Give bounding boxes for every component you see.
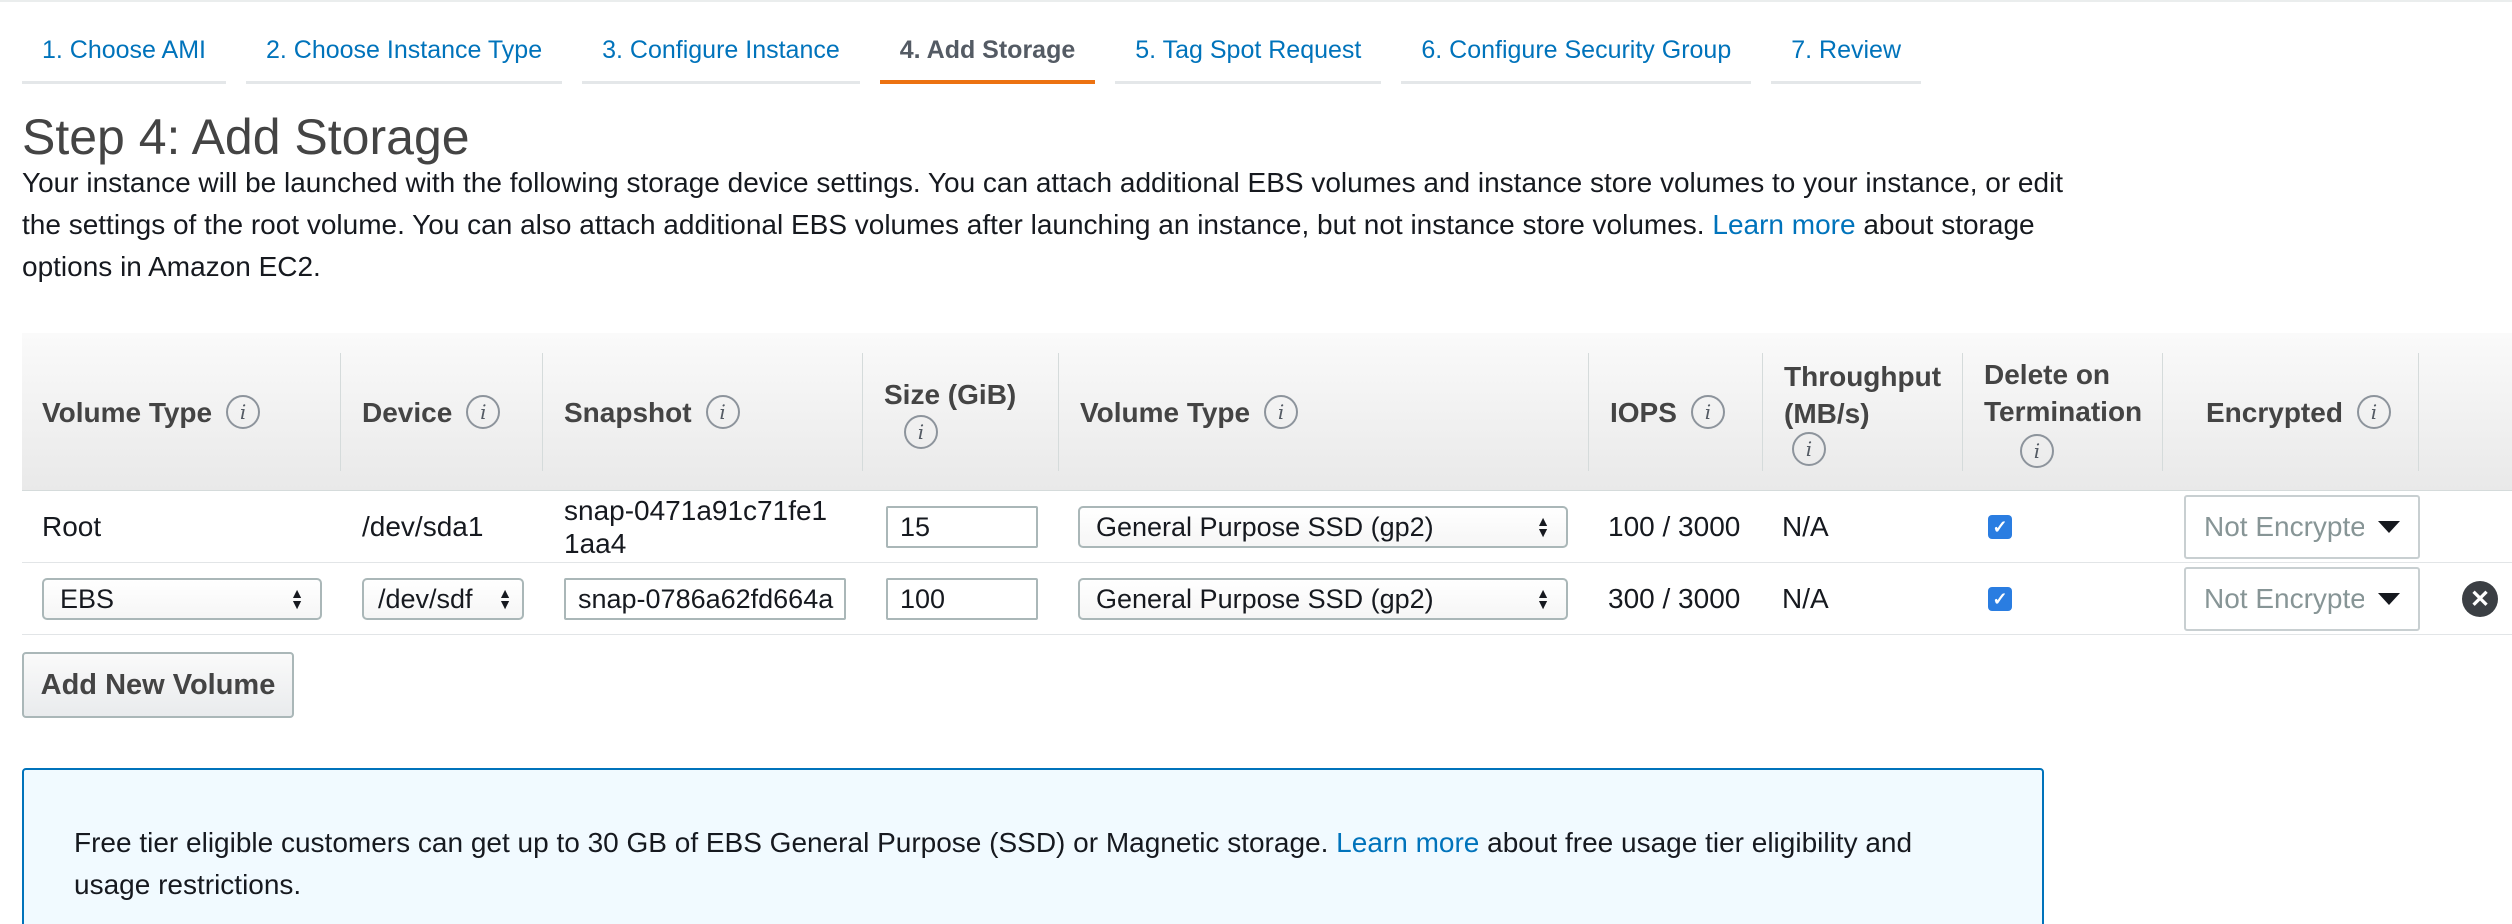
volume-type-cell: Root — [42, 511, 102, 542]
column-divider — [340, 353, 341, 471]
delete-on-termination-checkbox[interactable]: ✓ — [1988, 515, 2012, 539]
header-delete-on-termination: Delete on Termination i — [1964, 333, 2169, 491]
header-ebs-volume-type-label: Volume Type — [1080, 396, 1251, 428]
up-down-arrows-icon: ▲ ▼ — [290, 585, 304, 612]
free-tier-info-box: Free tier eligible customers can get up … — [22, 768, 2044, 924]
header-iops-label: IOPS — [1610, 396, 1677, 428]
close-circle-icon: ✕ — [2469, 585, 2491, 613]
free-tier-learn-more-link[interactable]: Learn more — [1336, 827, 1479, 858]
info-icon[interactable]: i — [226, 395, 261, 429]
throughput-cell: N/A — [1782, 511, 1829, 542]
top-divider — [0, 0, 2512, 2]
volume-type-select-value: EBS — [60, 583, 115, 614]
header-volume-type-label: Volume Type — [42, 396, 213, 428]
column-divider — [1588, 353, 1589, 471]
free-tier-text: Free tier eligible customers can get up … — [74, 827, 1329, 858]
info-icon[interactable]: i — [2020, 434, 2054, 468]
iops-cell: 300 / 3000 — [1608, 583, 1741, 614]
page-title: Step 4: Add Storage — [22, 109, 470, 165]
caret-down-icon — [2378, 593, 2400, 605]
storage-table-header: Volume Type i Device i Snapshot i Size (… — [22, 333, 2512, 491]
encrypted-dropdown-value: Not Encrypted — [2204, 511, 2364, 542]
wizard-tabs: 1. Choose AMI 2. Choose Instance Type 3.… — [22, 30, 1941, 84]
info-icon[interactable]: i — [2356, 395, 2391, 429]
size-input[interactable]: 15 — [886, 506, 1038, 548]
header-snapshot: Snapshot i — [544, 333, 740, 491]
header-encrypted-label: Encrypted — [2206, 396, 2343, 428]
volume-type-select[interactable]: EBS ▲ ▼ — [42, 578, 322, 620]
snapshot-input[interactable]: snap-0786a62fd664a — [564, 578, 846, 620]
header-snapshot-label: Snapshot — [564, 396, 692, 428]
tab-review[interactable]: 7. Review — [1771, 30, 1922, 84]
tab-choose-ami[interactable]: 1. Choose AMI — [22, 30, 226, 84]
iops-cell: 100 / 3000 — [1608, 511, 1741, 542]
device-select[interactable]: /dev/sdf ▲ ▼ — [362, 578, 524, 620]
header-throughput: Throughput (MB/s) i — [1764, 333, 1984, 491]
up-down-arrows-icon: ▲ ▼ — [498, 585, 512, 612]
tab-configure-security-group[interactable]: 6. Configure Security Group — [1401, 30, 1752, 84]
column-divider — [1962, 353, 1963, 471]
snapshot-cell: snap-0471a91c71fe11aa4 — [564, 495, 828, 559]
volume-type-select-value: General Purpose SSD (gp2) — [1096, 583, 1434, 614]
intro-text: Your instance will be launched with the … — [22, 162, 2092, 288]
up-down-arrows-icon: ▲ ▼ — [1536, 585, 1550, 612]
volume-type-select[interactable]: General Purpose SSD (gp2) ▲ ▼ — [1078, 506, 1568, 548]
column-divider — [2162, 353, 2163, 471]
column-divider — [1058, 353, 1059, 471]
header-size: Size (GiB) i — [864, 333, 1016, 491]
header-device-label: Device — [362, 396, 453, 428]
header-ebs-volume-type: Volume Type i — [1060, 333, 1299, 491]
header-throughput-label: Throughput (MB/s) — [1784, 361, 1942, 429]
tab-choose-instance-type[interactable]: 2. Choose Instance Type — [245, 30, 563, 84]
header-device: Device i — [342, 333, 501, 491]
delete-on-termination-checkbox[interactable]: ✓ — [1988, 587, 2012, 611]
info-icon[interactable]: i — [1792, 432, 1826, 466]
size-input[interactable]: 100 — [886, 578, 1038, 620]
checkmark-icon: ✓ — [1992, 516, 2008, 537]
info-icon[interactable]: i — [904, 414, 938, 449]
add-new-volume-button[interactable]: Add New Volume — [22, 652, 294, 718]
device-select-value: /dev/sdf — [378, 583, 473, 614]
header-size-label: Size (GiB) — [884, 378, 1017, 410]
column-divider — [2418, 353, 2419, 471]
up-down-arrows-icon: ▲ ▼ — [1536, 513, 1550, 540]
tab-configure-instance[interactable]: 3. Configure Instance — [582, 30, 860, 84]
header-encrypted: Encrypted i — [2164, 333, 2391, 491]
column-divider — [1762, 353, 1763, 471]
throughput-cell: N/A — [1782, 583, 1829, 614]
tab-add-storage[interactable]: 4. Add Storage — [879, 30, 1096, 84]
header-delete-on-termination-label: Delete on Termination — [1984, 359, 2143, 427]
header-volume-type: Volume Type i — [22, 333, 261, 491]
volume-type-select-value: General Purpose SSD (gp2) — [1096, 511, 1434, 542]
column-divider — [862, 353, 863, 471]
header-iops: IOPS i — [1590, 333, 1725, 491]
learn-more-link[interactable]: Learn more — [1712, 209, 1855, 240]
info-icon[interactable]: i — [466, 395, 501, 429]
remove-volume-button[interactable]: ✕ — [2462, 581, 2498, 617]
encrypted-dropdown[interactable]: Not Encrypted — [2184, 495, 2420, 559]
info-icon[interactable]: i — [1690, 395, 1725, 429]
caret-down-icon — [2378, 521, 2400, 533]
device-cell: /dev/sda1 — [362, 511, 484, 542]
encrypted-dropdown[interactable]: Not Encrypted — [2184, 567, 2420, 631]
column-divider — [542, 353, 543, 471]
volume-type-select[interactable]: General Purpose SSD (gp2) ▲ ▼ — [1078, 578, 1568, 620]
encrypted-dropdown-value: Not Encrypted — [2204, 583, 2364, 614]
table-row: EBS ▲ ▼ /dev/sdf ▲ ▼ snap-0786a62fd664a 10… — [22, 563, 2512, 635]
tab-tag-spot-request[interactable]: 5. Tag Spot Request — [1115, 30, 1382, 84]
info-icon[interactable]: i — [1264, 395, 1299, 429]
checkmark-icon: ✓ — [1992, 588, 2008, 609]
info-icon[interactable]: i — [705, 395, 740, 429]
table-row: Root /dev/sda1 snap-0471a91c71fe11aa4 15… — [22, 491, 2512, 563]
